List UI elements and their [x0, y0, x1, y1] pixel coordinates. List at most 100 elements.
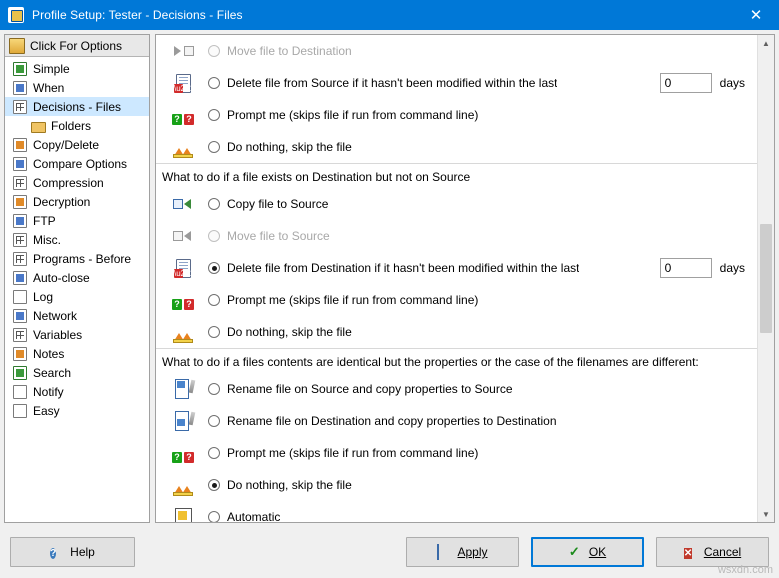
option-row-delete-from-destination[interactable]: \u2715 Delete file from Destination if i… — [156, 252, 757, 284]
radio-indicator[interactable] — [208, 511, 220, 522]
radio-indicator[interactable] — [208, 447, 220, 459]
cancel-button[interactable]: ✕ Cancel — [656, 537, 769, 567]
sidebar-item-misc[interactable]: Misc. — [5, 230, 149, 249]
sidebar-item-easy[interactable]: Easy — [5, 401, 149, 420]
radio-copy-to-source[interactable]: Copy file to Source — [208, 197, 757, 211]
apply-button[interactable]: Apply — [406, 537, 519, 567]
days-label: days — [720, 76, 745, 90]
check-icon: ✓ — [569, 545, 583, 559]
sidebar-item-log[interactable]: Log — [5, 287, 149, 306]
options-sidebar: Click For Options Simple When Decisions … — [4, 34, 150, 523]
close-icon[interactable]: ✕ — [733, 0, 779, 30]
option-row-do-nothing-3[interactable]: Do nothing, skip the file — [156, 469, 757, 501]
sidebar-item-programs-before[interactable]: Programs - Before — [5, 249, 149, 268]
calendar-icon — [13, 81, 27, 95]
scrollbar-track[interactable] — [758, 51, 774, 506]
copy-delete-icon — [13, 138, 27, 152]
radio-delete-from-destination[interactable]: Delete file from Destination if it hasn'… — [208, 261, 660, 275]
radio-prompt-me-1[interactable]: Prompt me (skips file if run from comman… — [208, 108, 757, 122]
sidebar-tree: Simple When Decisions - Files Folders Co… — [5, 57, 149, 522]
option-row-prompt-me-2[interactable]: ? ? Prompt me (skips file if run from co… — [156, 284, 757, 316]
days-input-destination[interactable] — [660, 258, 712, 278]
variables-icon — [13, 328, 27, 342]
option-row-rename-destination[interactable]: Rename file on Destination and copy prop… — [156, 405, 757, 437]
option-row-delete-from-source[interactable]: \u2715 Delete file from Source if it has… — [156, 67, 757, 99]
radio-indicator[interactable] — [208, 262, 220, 274]
radio-do-nothing-2[interactable]: Do nothing, skip the file — [208, 325, 757, 339]
radio-indicator[interactable] — [208, 230, 220, 242]
network-icon — [13, 309, 27, 323]
help-button[interactable]: ? Help — [10, 537, 135, 567]
scroll-up-icon[interactable]: ▲ — [758, 35, 774, 51]
sidebar-item-search[interactable]: Search — [5, 363, 149, 382]
radio-indicator[interactable] — [208, 479, 220, 491]
options-scrollbar[interactable]: ▲ ▼ — [757, 35, 774, 522]
sidebar-item-when[interactable]: When — [5, 78, 149, 97]
sidebar-item-label: Programs - Before — [33, 252, 131, 266]
option-row-move-to-source[interactable]: Move file to Source — [156, 220, 757, 252]
sidebar-item-network[interactable]: Network — [5, 306, 149, 325]
sidebar-header: Click For Options — [5, 35, 149, 57]
options-panel: Move file to Destination \u2715 Delete f… — [155, 34, 775, 523]
radio-do-nothing-3[interactable]: Do nothing, skip the file — [208, 478, 757, 492]
option-row-move-to-destination[interactable]: Move file to Destination — [156, 35, 757, 67]
option-label: Rename file on Destination and copy prop… — [227, 414, 557, 428]
radio-move-to-destination[interactable]: Move file to Destination — [208, 44, 757, 58]
radio-automatic[interactable]: Automatic — [208, 510, 757, 522]
option-label: Do nothing, skip the file — [227, 478, 352, 492]
sidebar-item-label: Search — [33, 366, 71, 380]
skip-icon — [172, 474, 194, 496]
sidebar-item-label: Easy — [33, 404, 60, 418]
sidebar-item-ftp[interactable]: FTP — [5, 211, 149, 230]
sidebar-item-compare-options[interactable]: Compare Options — [5, 154, 149, 173]
radio-prompt-me-3[interactable]: Prompt me (skips file if run from comman… — [208, 446, 757, 460]
radio-indicator[interactable] — [208, 415, 220, 427]
radio-indicator[interactable] — [208, 383, 220, 395]
ok-button[interactable]: ✓ OK — [531, 537, 644, 567]
sidebar-item-decryption[interactable]: Decryption — [5, 192, 149, 211]
scroll-down-icon[interactable]: ▼ — [758, 506, 774, 522]
dialog-body: Click For Options Simple When Decisions … — [0, 30, 779, 526]
option-row-prompt-me-1[interactable]: ? ? Prompt me (skips file if run from co… — [156, 99, 757, 131]
days-input-source[interactable] — [660, 73, 712, 93]
radio-indicator[interactable] — [208, 45, 220, 57]
radio-move-to-source[interactable]: Move file to Source — [208, 229, 757, 243]
radio-indicator[interactable] — [208, 141, 220, 153]
radio-do-nothing-1[interactable]: Do nothing, skip the file — [208, 140, 757, 154]
sidebar-item-notify[interactable]: Notify — [5, 382, 149, 401]
sidebar-item-copy-delete[interactable]: Copy/Delete — [5, 135, 149, 154]
radio-indicator[interactable] — [208, 109, 220, 121]
sidebar-item-auto-close[interactable]: Auto-close — [5, 268, 149, 287]
radio-indicator[interactable] — [208, 77, 220, 89]
section-heading-destination-only: What to do if a file exists on Destinati… — [156, 163, 757, 188]
radio-rename-destination[interactable]: Rename file on Destination and copy prop… — [208, 414, 757, 428]
sidebar-item-variables[interactable]: Variables — [5, 325, 149, 344]
sidebar-item-compression[interactable]: Compression — [5, 173, 149, 192]
radio-rename-source[interactable]: Rename file on Source and copy propertie… — [208, 382, 757, 396]
option-row-do-nothing-2[interactable]: Do nothing, skip the file — [156, 316, 757, 348]
help-icon: ? — [50, 545, 64, 559]
radio-prompt-me-2[interactable]: Prompt me (skips file if run from comman… — [208, 293, 757, 307]
radio-indicator[interactable] — [208, 294, 220, 306]
radio-indicator[interactable] — [208, 198, 220, 210]
option-row-do-nothing-1[interactable]: Do nothing, skip the file — [156, 131, 757, 163]
option-row-automatic[interactable]: Automatic — [156, 501, 757, 522]
option-row-rename-source[interactable]: Rename file on Source and copy propertie… — [156, 373, 757, 405]
scrollbar-thumb[interactable] — [760, 224, 772, 333]
app-icon — [8, 7, 24, 23]
section-heading-identical-contents: What to do if a files contents are ident… — [156, 348, 757, 373]
sidebar-item-simple[interactable]: Simple — [5, 59, 149, 78]
sidebar-item-decisions-files[interactable]: Decisions - Files — [5, 97, 149, 116]
prompt-icon: ? ? — [172, 104, 194, 126]
misc-icon — [13, 233, 27, 247]
sidebar-item-label: Log — [33, 290, 53, 304]
sidebar-item-label: Notes — [33, 347, 64, 361]
radio-indicator[interactable] — [208, 326, 220, 338]
sidebar-item-folders[interactable]: Folders — [5, 116, 149, 135]
radio-delete-from-source[interactable]: Delete file from Source if it hasn't bee… — [208, 76, 660, 90]
sidebar-item-notes[interactable]: Notes — [5, 344, 149, 363]
option-row-copy-to-source[interactable]: Copy file to Source — [156, 188, 757, 220]
copy-left-icon — [172, 193, 194, 215]
sidebar-item-label: Simple — [33, 62, 70, 76]
option-row-prompt-me-3[interactable]: ? ? Prompt me (skips file if run from co… — [156, 437, 757, 469]
